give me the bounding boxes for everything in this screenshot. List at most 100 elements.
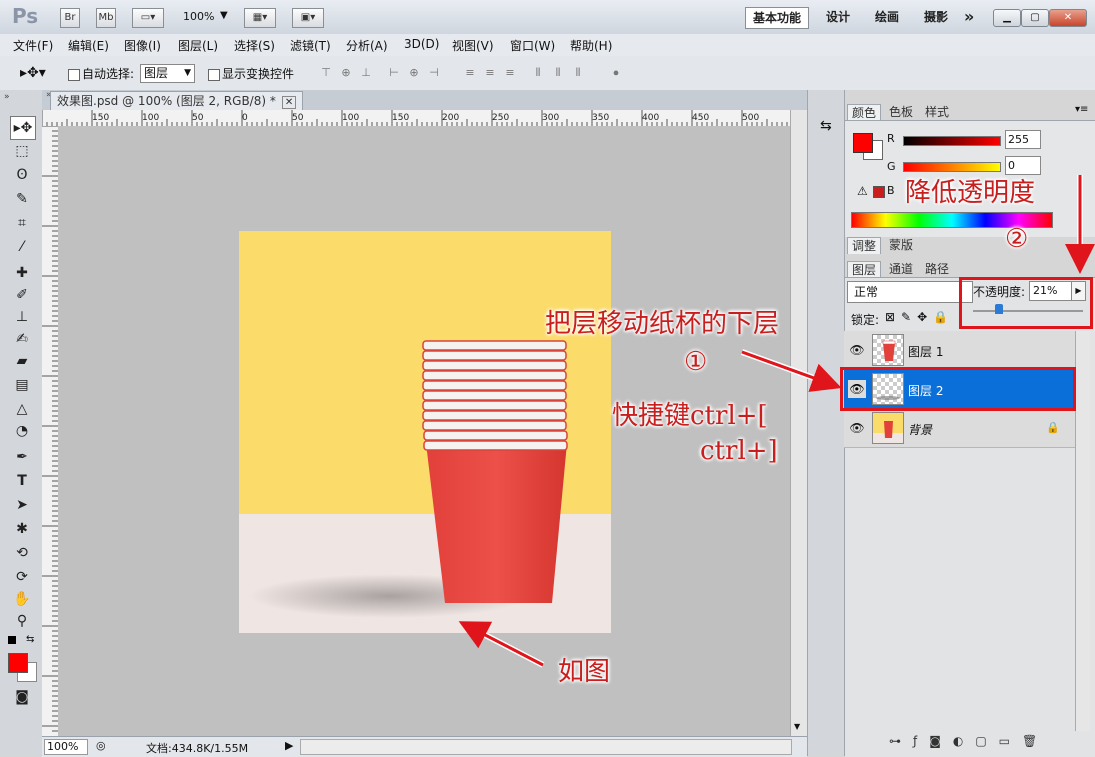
- menu-filter[interactable]: 滤镜(T): [290, 37, 331, 54]
- tab-masks[interactable]: 蒙版: [885, 237, 917, 253]
- g-slider[interactable]: [903, 162, 1001, 172]
- gamut-color-chip[interactable]: [873, 186, 885, 198]
- move-tool-icon[interactable]: ▸✥: [10, 116, 36, 140]
- hand-tool-icon[interactable]: ✋: [10, 588, 34, 610]
- tab-channels[interactable]: 通道: [885, 261, 917, 277]
- type-tool-icon[interactable]: T: [10, 470, 34, 492]
- healing-brush-tool-icon[interactable]: ✚: [10, 262, 34, 284]
- lock-icons[interactable]: ⊠✎✥🔒: [885, 310, 954, 324]
- distribute-bottom-icon[interactable]: ≡: [502, 66, 518, 80]
- distribute-top-icon[interactable]: ≡: [462, 66, 478, 80]
- 3d-orbit-tool-icon[interactable]: ⟳: [10, 566, 34, 588]
- menu-image[interactable]: 图像(I): [124, 37, 161, 54]
- path-selection-tool-icon[interactable]: ➤: [10, 494, 34, 516]
- menu-help[interactable]: 帮助(H): [570, 37, 612, 54]
- tab-paths[interactable]: 路径: [921, 261, 953, 277]
- brush-tool-icon[interactable]: ✐: [10, 284, 34, 306]
- swap-colors-icon[interactable]: ⇆: [26, 634, 34, 645]
- minimize-button[interactable]: ▁: [993, 9, 1021, 27]
- zoom-level[interactable]: 100%: [183, 10, 214, 23]
- workspace-design[interactable]: 设计: [826, 7, 850, 27]
- arrange-documents-button[interactable]: ▦▾: [244, 8, 276, 28]
- workspace-painting[interactable]: 绘画: [875, 7, 899, 27]
- bridge-button[interactable]: Br: [60, 8, 80, 28]
- chevron-down-icon[interactable]: ▼: [220, 10, 228, 21]
- r-value[interactable]: 255: [1005, 130, 1041, 149]
- panel-menu-icon[interactable]: ▾≡: [1075, 104, 1088, 115]
- distribute-hcenter-icon[interactable]: ⦀: [550, 66, 566, 80]
- distribute-left-icon[interactable]: ⦀: [530, 66, 546, 80]
- status-menu-arrow-icon[interactable]: ▶: [285, 739, 293, 752]
- align-right-icon[interactable]: ⊣: [426, 66, 442, 80]
- align-hcenter-icon[interactable]: ⊕: [406, 66, 422, 80]
- menu-file[interactable]: 文件(F): [13, 37, 53, 54]
- history-brush-tool-icon[interactable]: ✍: [10, 328, 34, 350]
- r-slider[interactable]: [903, 136, 1001, 146]
- tab-color[interactable]: 颜色: [847, 104, 882, 121]
- tab-styles[interactable]: 样式: [921, 104, 953, 120]
- document-image[interactable]: [239, 231, 611, 633]
- align-left-icon[interactable]: ⊢: [386, 66, 402, 80]
- move-tool-preset-icon[interactable]: ▸✥▾: [20, 65, 46, 81]
- more-workspaces-button[interactable]: »: [964, 7, 974, 27]
- horizontal-scrollbar[interactable]: [300, 739, 792, 755]
- distribute-right-icon[interactable]: ⦀: [570, 66, 586, 80]
- gradient-tool-icon[interactable]: ▤: [10, 374, 34, 396]
- layers-scrollbar[interactable]: [1075, 331, 1090, 731]
- eye-icon[interactable]: 👁: [848, 419, 866, 437]
- align-top-icon[interactable]: ⊤: [318, 66, 334, 80]
- menu-view[interactable]: 视图(V): [452, 37, 494, 54]
- close-button[interactable]: ✕: [1049, 9, 1087, 27]
- foreground-color-swatch[interactable]: [8, 653, 28, 673]
- lasso-tool-icon[interactable]: ʘ: [10, 164, 34, 186]
- menu-3d[interactable]: 3D(D): [404, 37, 439, 51]
- blend-mode-dropdown[interactable]: 正常: [847, 281, 973, 303]
- blur-tool-icon[interactable]: △: [10, 398, 34, 420]
- tab-layers[interactable]: 图层: [847, 261, 882, 278]
- eye-icon[interactable]: 👁: [848, 341, 866, 359]
- workspace-essentials[interactable]: 基本功能: [745, 7, 809, 29]
- tab-swatches[interactable]: 色板: [885, 104, 917, 120]
- 3d-rotate-tool-icon[interactable]: ⟲: [10, 542, 34, 564]
- scroll-down-icon[interactable]: ▼: [794, 722, 800, 731]
- layers-footer-icons[interactable]: ⊶ƒ◙◐▢▭🗑: [889, 734, 1049, 748]
- menu-layer[interactable]: 图层(L): [178, 37, 218, 54]
- menu-analysis[interactable]: 分析(A): [346, 37, 388, 54]
- screen-mode-button[interactable]: ▣▾: [292, 8, 324, 28]
- menu-edit[interactable]: 编辑(E): [68, 37, 109, 54]
- eraser-tool-icon[interactable]: ▰: [10, 350, 34, 372]
- auto-align-icon[interactable]: ⦁: [608, 66, 624, 80]
- align-bottom-icon[interactable]: ⊥: [358, 66, 374, 80]
- view-extras-button[interactable]: ▭▾: [132, 8, 164, 28]
- vertical-scrollbar[interactable]: ▼: [790, 110, 807, 736]
- gamut-warning-icon[interactable]: ⚠: [857, 184, 868, 198]
- auto-select-checkbox[interactable]: 自动选择:: [68, 65, 134, 82]
- eyedropper-tool-icon[interactable]: ⁄: [10, 236, 34, 258]
- layer-row-background[interactable]: 👁 背景 🔒: [844, 409, 1089, 448]
- menu-window[interactable]: 窗口(W): [510, 37, 555, 54]
- close-tab-icon[interactable]: ✕: [281, 96, 297, 109]
- menu-select[interactable]: 选择(S): [234, 37, 275, 54]
- minibridge-button[interactable]: Mb: [96, 8, 116, 28]
- dodge-tool-icon[interactable]: ◔: [10, 420, 34, 442]
- auto-select-dropdown[interactable]: 图层 ▼: [140, 64, 195, 83]
- quick-mask-icon[interactable]: ◙: [10, 686, 34, 708]
- shape-tool-icon[interactable]: ✱: [10, 518, 34, 540]
- distribute-vcenter-icon[interactable]: ≡: [482, 66, 498, 80]
- workspace-photography[interactable]: 摄影: [924, 7, 948, 27]
- pen-tool-icon[interactable]: ✒: [10, 446, 34, 468]
- quick-select-tool-icon[interactable]: ✎: [10, 188, 34, 210]
- default-colors-icon[interactable]: [8, 636, 16, 644]
- maximize-button[interactable]: ▢: [1021, 9, 1049, 27]
- document-tab[interactable]: 效果图.psd @ 100% (图层 2, RGB/8) * ✕: [50, 91, 304, 110]
- status-info-icon[interactable]: ◎: [96, 739, 106, 752]
- collapse-icon[interactable]: »: [4, 92, 10, 102]
- layer-row-1[interactable]: 👁 图层 1: [844, 331, 1089, 370]
- fg-color-chip[interactable]: [853, 133, 873, 153]
- align-vcenter-icon[interactable]: ⊕: [338, 66, 354, 80]
- crop-tool-icon[interactable]: ⌗: [10, 212, 34, 234]
- tab-adjustments[interactable]: 调整: [847, 237, 882, 254]
- clone-stamp-tool-icon[interactable]: ⊥: [10, 306, 34, 328]
- history-panel-icon[interactable]: ⇆: [820, 118, 832, 134]
- show-transform-checkbox[interactable]: 显示变换控件: [208, 65, 294, 82]
